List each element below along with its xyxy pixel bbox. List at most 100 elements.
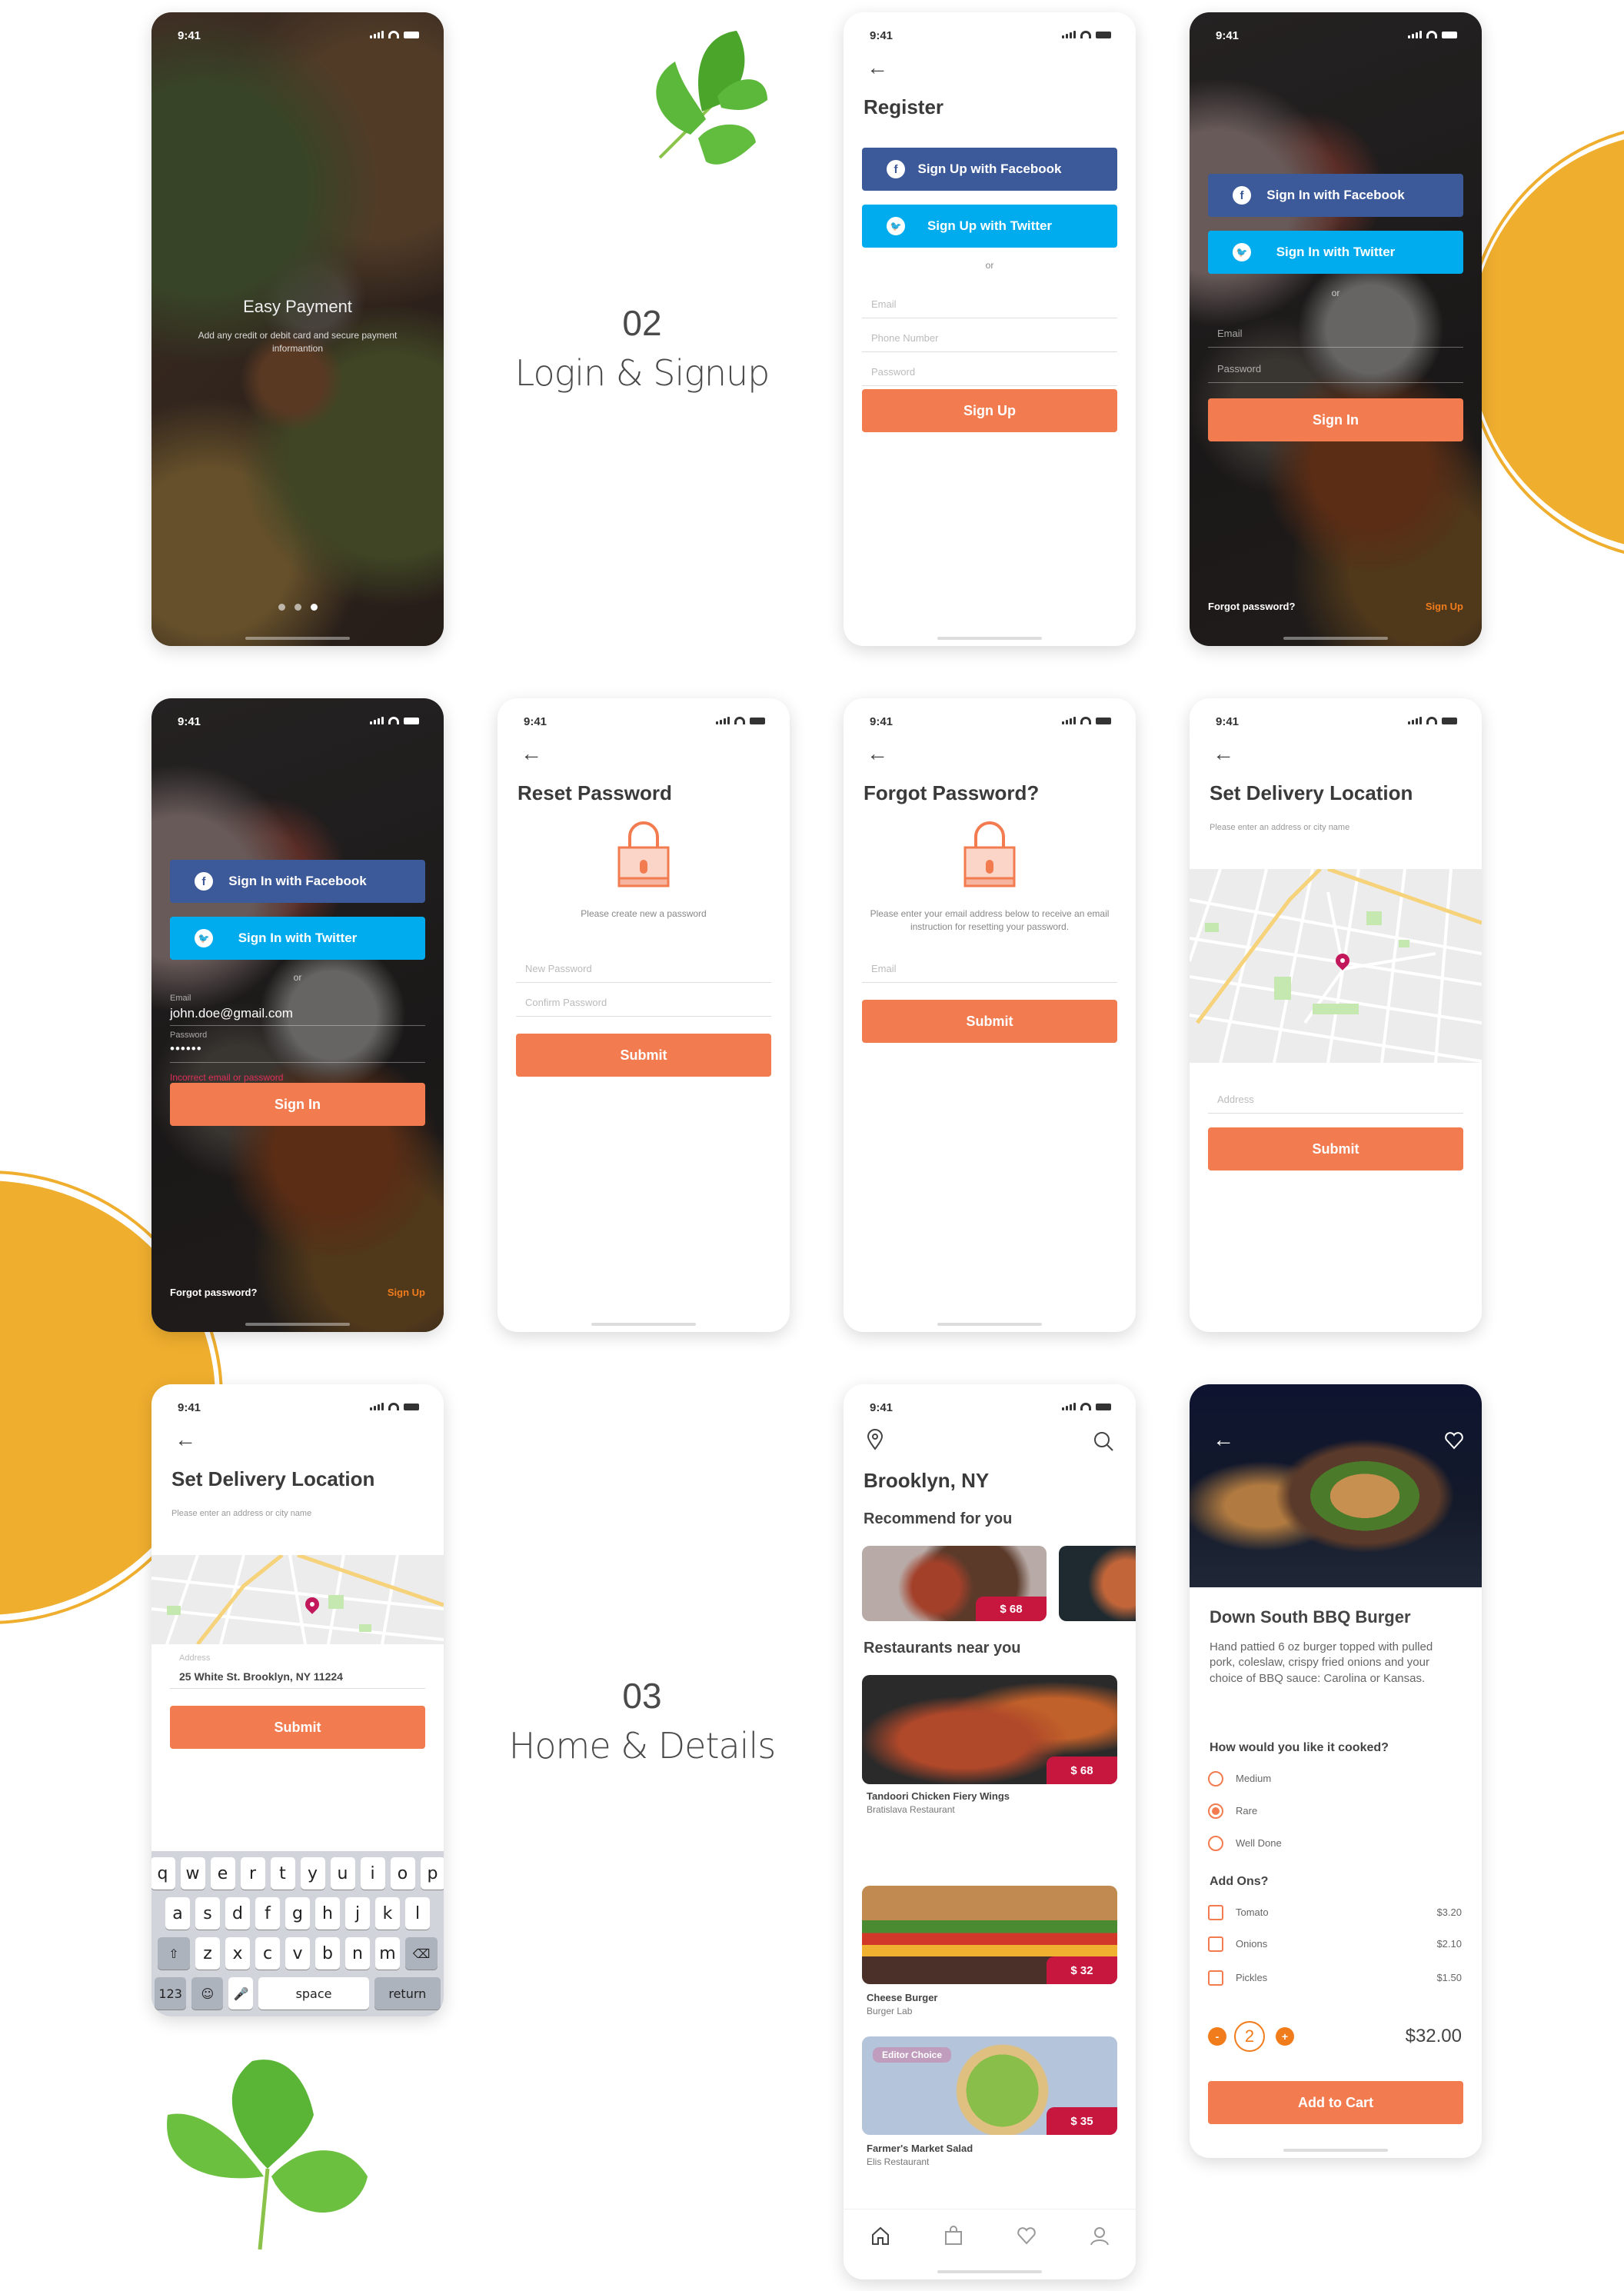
quantity-increase-button[interactable]: + <box>1276 2027 1294 2046</box>
sign-up-link[interactable]: Sign Up <box>388 1287 425 1298</box>
key-s[interactable]: s <box>195 1897 220 1930</box>
radio-well-done[interactable] <box>1208 1836 1223 1851</box>
keyboard-row: asdfghjkl <box>155 1897 441 1930</box>
favorite-heart-icon[interactable] <box>1443 1430 1465 1450</box>
backspace-key[interactable]: ⌫ <box>405 1937 438 1970</box>
map-view[interactable] <box>151 1555 444 1644</box>
password-field[interactable]: Password <box>1208 352 1463 383</box>
key-p[interactable]: p <box>420 1857 444 1890</box>
facebook-signin-button[interactable]: f Sign In with Facebook <box>1208 174 1463 217</box>
page-dot[interactable] <box>278 604 285 611</box>
submit-button[interactable]: Submit <box>862 1000 1117 1043</box>
key-j[interactable]: j <box>345 1897 370 1930</box>
checkbox-pickles[interactable] <box>1208 1970 1223 1986</box>
search-icon[interactable] <box>1093 1430 1114 1452</box>
tab-profile-icon[interactable] <box>1089 2225 1110 2246</box>
key-w[interactable]: w <box>180 1857 205 1890</box>
restaurant-card[interactable]: $ 68 <box>862 1675 1117 1784</box>
tab-favorites-icon[interactable] <box>1016 2225 1037 2246</box>
forgot-password-link[interactable]: Forgot password? <box>170 1287 257 1298</box>
back-arrow-icon[interactable]: ← <box>175 1429 196 1450</box>
tab-bag-icon[interactable] <box>943 2225 964 2246</box>
space-key[interactable]: space <box>258 1977 369 2010</box>
phone-field[interactable]: Phone Number <box>862 321 1117 352</box>
restaurant-card[interactable]: $ 32 <box>862 1886 1117 1984</box>
submit-button[interactable]: Submit <box>170 1706 425 1749</box>
email-field[interactable]: Email <box>862 952 1117 983</box>
email-field[interactable]: Email <box>1208 317 1463 348</box>
radio-medium[interactable] <box>1208 1771 1223 1787</box>
recommend-card[interactable] <box>1059 1546 1136 1621</box>
key-e[interactable]: e <box>210 1857 235 1890</box>
checkbox-onions[interactable] <box>1208 1936 1223 1952</box>
facebook-signin-button[interactable]: f Sign In with Facebook <box>170 860 425 903</box>
key-b[interactable]: b <box>315 1937 340 1970</box>
page-indicator[interactable] <box>151 604 444 611</box>
forgot-password-link[interactable]: Forgot password? <box>1208 601 1295 612</box>
twitter-signin-button[interactable]: 🐦 Sign In with Twitter <box>170 917 425 960</box>
page-title: Set Delivery Location <box>1210 781 1413 804</box>
map-streets <box>1190 869 1482 1063</box>
location-icon[interactable] <box>867 1429 884 1450</box>
key-a[interactable]: a <box>165 1897 190 1930</box>
twitter-signin-button[interactable]: 🐦 Sign In with Twitter <box>1208 231 1463 274</box>
password-field[interactable]: Password <box>862 355 1117 386</box>
key-y[interactable]: y <box>300 1857 325 1890</box>
page-dot-active[interactable] <box>310 604 318 611</box>
recommend-card[interactable]: $ 68 <box>862 1546 1047 1621</box>
key-g[interactable]: g <box>285 1897 310 1930</box>
address-field[interactable]: Address <box>1208 1083 1463 1114</box>
emoji-key[interactable]: ☺ <box>191 1977 224 2010</box>
map-view[interactable] <box>1190 869 1482 1063</box>
confirm-password-field[interactable]: Confirm Password <box>516 986 771 1017</box>
key-k[interactable]: k <box>375 1897 400 1930</box>
key-x[interactable]: x <box>225 1937 250 1970</box>
key-t[interactable]: t <box>270 1857 295 1890</box>
key-v[interactable]: v <box>285 1937 310 1970</box>
back-arrow-icon[interactable]: ← <box>1213 1429 1234 1450</box>
screen-forgot-password: 9:41 ← Forgot Password? Please enter you… <box>844 698 1136 1332</box>
numbers-key[interactable]: 123 <box>155 1977 187 2010</box>
twitter-signup-button[interactable]: 🐦 Sign Up with Twitter <box>862 205 1117 248</box>
key-n[interactable]: n <box>345 1937 370 1970</box>
return-key[interactable]: return <box>374 1977 441 2010</box>
key-l[interactable]: l <box>405 1897 430 1930</box>
sign-in-button[interactable]: Sign In <box>170 1083 425 1126</box>
key-u[interactable]: u <box>330 1857 355 1890</box>
key-o[interactable]: o <box>390 1857 415 1890</box>
microphone-key[interactable]: 🎤 <box>228 1977 254 2010</box>
page-dot[interactable] <box>294 604 301 611</box>
key-z[interactable]: z <box>195 1937 220 1970</box>
submit-button[interactable]: Submit <box>516 1034 771 1077</box>
new-password-field[interactable]: New Password <box>516 952 771 983</box>
radio-rare[interactable] <box>1208 1803 1223 1819</box>
back-arrow-icon[interactable]: ← <box>521 743 542 764</box>
tab-home-icon[interactable] <box>870 2225 891 2246</box>
onboarding-description: Add any credit or debit card and secure … <box>198 330 398 354</box>
email-field[interactable]: Email <box>862 288 1117 318</box>
key-r[interactable]: r <box>240 1857 265 1890</box>
key-d[interactable]: d <box>225 1897 250 1930</box>
key-m[interactable]: m <box>375 1937 400 1970</box>
sign-up-button[interactable]: Sign Up <box>862 389 1117 432</box>
key-c[interactable]: c <box>255 1937 280 1970</box>
password-field[interactable] <box>170 1027 425 1063</box>
back-arrow-icon[interactable]: ← <box>867 743 888 764</box>
key-h[interactable]: h <box>315 1897 340 1930</box>
key-q[interactable]: q <box>151 1857 175 1890</box>
key-i[interactable]: i <box>360 1857 385 1890</box>
quantity-decrease-button[interactable]: - <box>1208 2027 1226 2046</box>
key-f[interactable]: f <box>255 1897 280 1930</box>
back-arrow-icon[interactable]: ← <box>1213 743 1234 764</box>
sign-in-button[interactable]: Sign In <box>1208 398 1463 441</box>
back-arrow-icon[interactable]: ← <box>867 57 888 78</box>
submit-button[interactable]: Submit <box>1208 1127 1463 1170</box>
add-to-cart-button[interactable]: Add to Cart <box>1208 2081 1463 2124</box>
checkbox-tomato[interactable] <box>1208 1905 1223 1920</box>
address-field[interactable] <box>170 1650 425 1689</box>
facebook-signup-button[interactable]: f Sign Up with Facebook <box>862 148 1117 191</box>
battery-icon <box>404 1404 419 1410</box>
sign-up-link[interactable]: Sign Up <box>1426 601 1463 612</box>
restaurant-card[interactable]: Editor Choice $ 35 <box>862 2036 1117 2135</box>
shift-key[interactable]: ⇧ <box>158 1937 190 1970</box>
